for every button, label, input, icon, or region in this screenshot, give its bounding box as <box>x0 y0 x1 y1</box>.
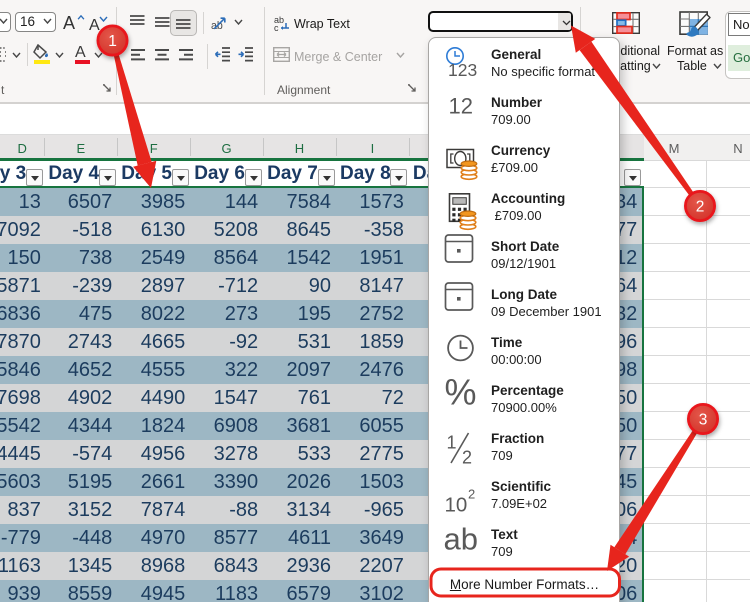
svg-text:123: 123 <box>448 60 477 80</box>
svg-text:ab: ab <box>443 521 477 556</box>
svg-text:10: 10 <box>444 493 467 516</box>
svg-text:2: 2 <box>462 447 472 467</box>
svg-text:%: % <box>444 371 476 412</box>
svg-text:12: 12 <box>448 93 472 118</box>
svg-text:2: 2 <box>696 199 705 216</box>
svg-text:1: 1 <box>446 432 456 452</box>
svg-text:c: c <box>274 23 279 32</box>
svg-text:2: 2 <box>468 486 475 501</box>
